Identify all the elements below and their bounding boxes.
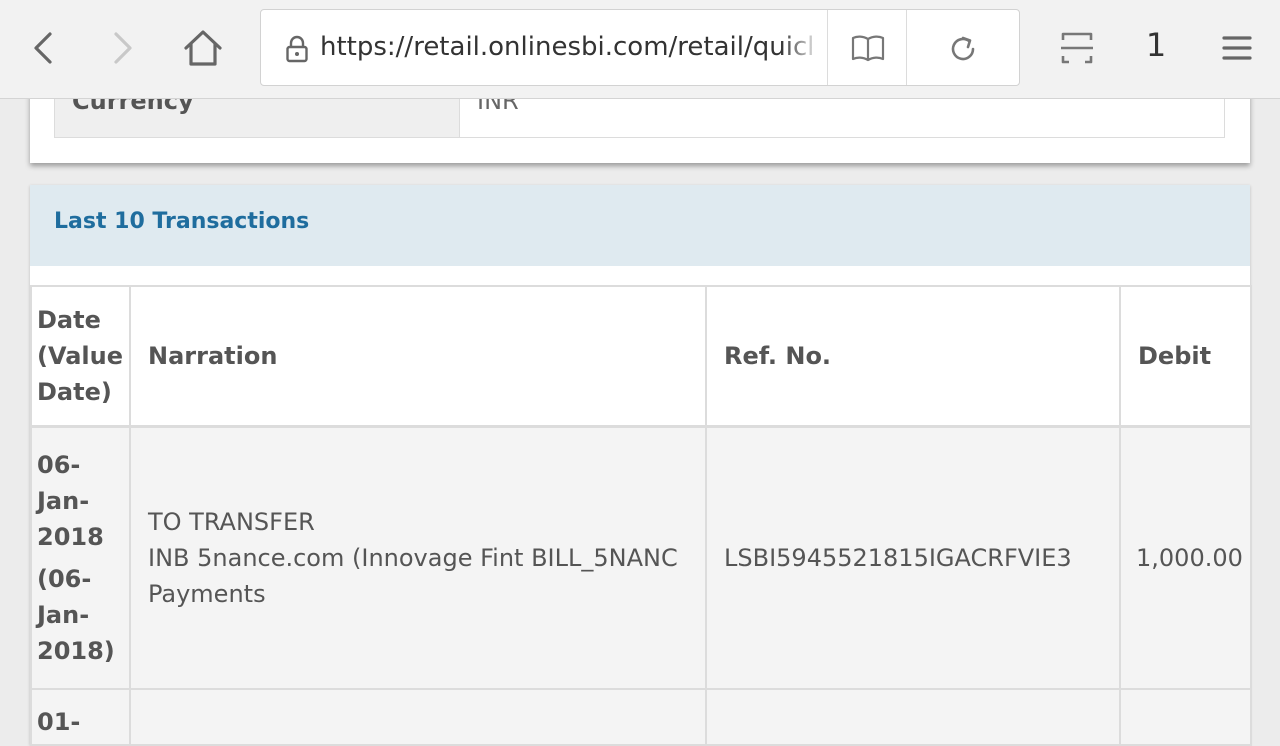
narration-line: INB 5nance.com (Innovage Fint BILL_5NANC — [148, 544, 678, 572]
transaction-date: 01- — [30, 688, 131, 746]
transactions-table: Date (Value Date) Narration Ref. No. Deb… — [30, 285, 1252, 746]
back-icon — [34, 32, 52, 64]
transaction-narration-cell: TO TRANSFER INB 5nance.com (Innovage Fin… — [129, 425, 707, 690]
divider — [827, 10, 828, 85]
url-fade — [781, 20, 821, 75]
tab-count-button[interactable]: 1 — [1141, 26, 1171, 64]
transaction-narration-cell — [129, 688, 707, 746]
table-row: 01- — [30, 688, 1252, 746]
menu-button[interactable] — [1215, 26, 1259, 70]
reader-mode-icon[interactable] — [850, 33, 886, 63]
address-bar[interactable]: https://retail.onlinesbi.com/retail/quic… — [260, 9, 1020, 86]
column-header-date: Date (Value Date) — [30, 285, 131, 428]
table-header-row: Date (Value Date) Narration Ref. No. Deb… — [30, 285, 1252, 428]
divider — [906, 10, 907, 85]
column-header-debit: Debit — [1119, 285, 1252, 428]
back-button[interactable] — [22, 26, 66, 70]
column-header-narration: Narration — [129, 285, 707, 428]
transactions-header: Last 10 Transactions — [30, 185, 1250, 266]
transaction-debit: 1,000.00 — [1119, 425, 1252, 690]
home-button[interactable] — [181, 26, 225, 70]
menu-icon — [1222, 36, 1252, 60]
scan-button[interactable] — [1055, 26, 1099, 70]
url-text[interactable]: https://retail.onlinesbi.com/retail/quic… — [320, 32, 812, 62]
column-header-ref-no: Ref. No. — [705, 285, 1121, 428]
transaction-date-cell: 06-Jan-2018 (06-Jan-2018) — [30, 425, 131, 690]
transaction-value-date: (06-Jan-2018) — [37, 565, 115, 665]
transaction-debit — [1119, 688, 1252, 746]
table-row: 06-Jan-2018 (06-Jan-2018) TO TRANSFER IN… — [30, 425, 1252, 690]
reload-icon[interactable] — [947, 33, 979, 65]
narration-line: Payments — [148, 580, 266, 608]
lock-icon — [286, 35, 308, 63]
narration-line: TO TRANSFER — [148, 508, 315, 536]
home-icon — [184, 30, 222, 66]
forward-button[interactable] — [100, 26, 144, 70]
transaction-ref-no: LSBI5945521815IGACRFVIE3 — [705, 425, 1121, 690]
forward-icon — [114, 32, 132, 64]
browser-toolbar: https://retail.onlinesbi.com/retail/quic… — [0, 0, 1280, 99]
transaction-date: 06-Jan-2018 — [37, 451, 104, 551]
transactions-title: Last 10 Transactions — [54, 209, 310, 234]
transaction-ref-no — [705, 688, 1121, 746]
scan-icon — [1061, 32, 1093, 64]
transactions-panel: Last 10 Transactions Date (Value Date) N… — [30, 185, 1252, 746]
